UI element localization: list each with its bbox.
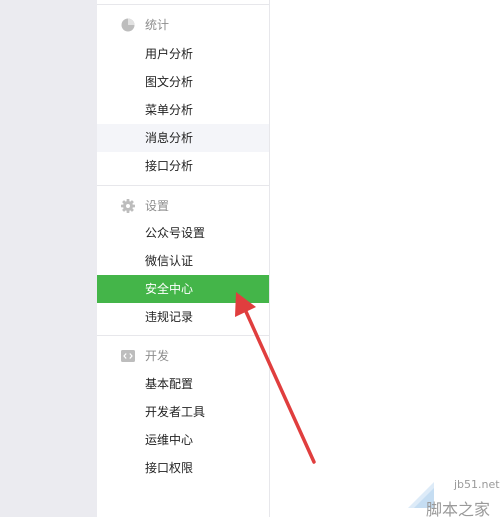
menu-item-article-analysis[interactable]: 图文分析 bbox=[97, 68, 269, 96]
divider bbox=[97, 335, 269, 336]
section-header-settings: 设置 bbox=[97, 192, 269, 220]
page-background bbox=[0, 0, 97, 517]
menu-item-basic-config[interactable]: 基本配置 bbox=[97, 370, 269, 398]
watermark-name: 脚本之家 bbox=[426, 500, 491, 519]
code-icon bbox=[121, 350, 135, 362]
menu-item-api-permissions[interactable]: 接口权限 bbox=[97, 454, 269, 482]
watermark-url: jb51.net bbox=[454, 478, 500, 491]
menu-item-api-analysis[interactable]: 接口分析 bbox=[97, 152, 269, 180]
section-title: 统计 bbox=[145, 18, 170, 32]
divider bbox=[97, 4, 269, 5]
menu-item-violation-records[interactable]: 违规记录 bbox=[97, 303, 269, 331]
sidebar-menu: 统计 用户分析 图文分析 菜单分析 消息分析 接口分析 设置 公众号设置 微信认… bbox=[97, 0, 270, 517]
menu-item-message-analysis[interactable]: 消息分析 bbox=[97, 124, 269, 152]
pie-chart-icon bbox=[121, 18, 135, 32]
menu-item-user-analysis[interactable]: 用户分析 bbox=[97, 40, 269, 68]
section-title: 开发 bbox=[145, 349, 170, 363]
menu-item-security-center[interactable]: 安全中心 bbox=[97, 275, 269, 303]
divider bbox=[97, 185, 269, 186]
gear-icon bbox=[121, 199, 135, 213]
section-title: 设置 bbox=[145, 199, 170, 213]
section-header-development: 开发 bbox=[97, 342, 269, 370]
menu-item-operations-center[interactable]: 运维中心 bbox=[97, 426, 269, 454]
menu-item-developer-tools[interactable]: 开发者工具 bbox=[97, 398, 269, 426]
menu-item-menu-analysis[interactable]: 菜单分析 bbox=[97, 96, 269, 124]
menu-item-account-settings[interactable]: 公众号设置 bbox=[97, 219, 269, 247]
section-header-stats: 统计 bbox=[97, 11, 269, 39]
menu-item-wechat-verification[interactable]: 微信认证 bbox=[97, 247, 269, 275]
